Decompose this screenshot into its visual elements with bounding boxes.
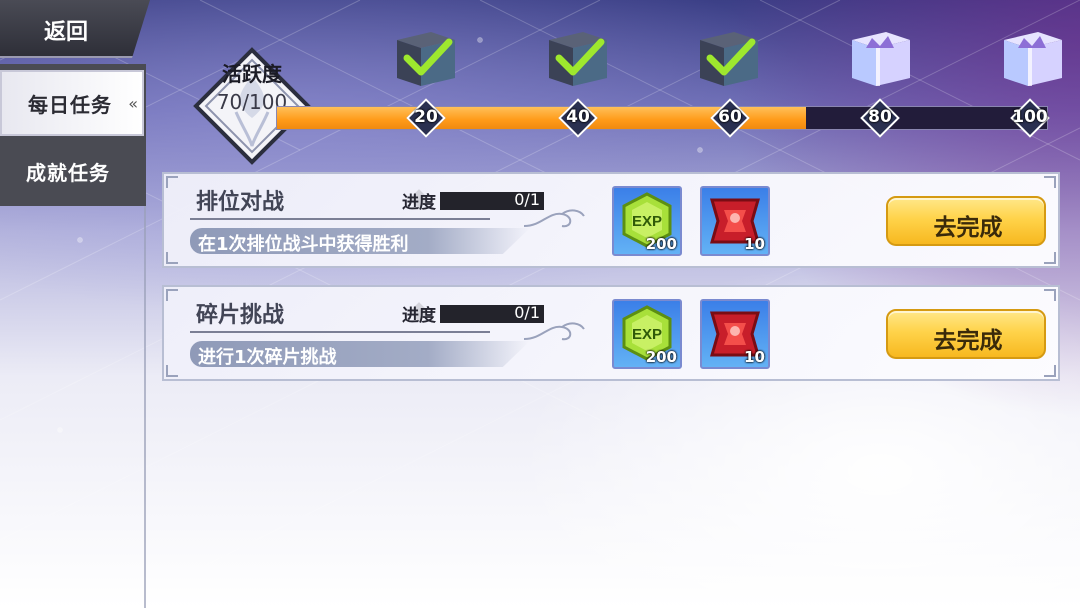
task-card: 排位对战 进度 0/1 在1次排位战斗中获得胜利 EXP 200 10 去完成 [162, 172, 1060, 268]
milestone-marker: 40 [558, 98, 598, 138]
reward-count: 200 [645, 235, 677, 253]
exp-icon-text: EXP [632, 213, 662, 230]
activity-title: 活跃度 [222, 62, 282, 86]
reward-exp[interactable]: EXP 200 [612, 299, 682, 369]
task-card: 碎片挑战 进度 0/1 进行1次碎片挑战 EXP 200 10 去完成 [162, 285, 1060, 381]
go-complete-button[interactable]: 去完成 [886, 196, 1046, 246]
chest-claimed-icon[interactable] [391, 22, 461, 92]
reward-count: 10 [744, 235, 765, 253]
reward-red-crystal[interactable]: 10 [700, 186, 770, 256]
milestone-label: 40 [566, 107, 590, 127]
selected-indicator-icon: « [128, 94, 138, 113]
content-divider [144, 206, 146, 608]
milestone-marker: 60 [710, 98, 750, 138]
divider [190, 331, 490, 333]
reward-count: 10 [744, 348, 765, 366]
go-complete-label: 去完成 [933, 215, 1003, 241]
milestone-marker: 80 [860, 98, 900, 138]
task-progress-label: 进度 [402, 306, 436, 326]
task-progress-label: 进度 [402, 193, 436, 213]
go-complete-button[interactable]: 去完成 [886, 309, 1046, 359]
milestone-marker: 100 [1010, 98, 1050, 138]
flourish-icon [523, 322, 585, 341]
tab-achievement-label: 成就任务 [26, 160, 110, 185]
back-button[interactable]: 返回 [0, 0, 150, 58]
milestone-label: 60 [718, 107, 742, 127]
activity-progress-bar [276, 106, 1048, 130]
chest-claimed-icon[interactable] [543, 22, 613, 92]
exp-icon-text: EXP [632, 326, 662, 343]
back-label: 返回 [44, 20, 89, 45]
reward-count: 200 [645, 348, 677, 366]
tab-daily-label: 每日任务 [28, 92, 112, 117]
reward-exp[interactable]: EXP 200 [612, 186, 682, 256]
milestone-label: 100 [1012, 107, 1048, 127]
flourish-icon [523, 209, 585, 228]
chest-claimed-icon[interactable] [694, 22, 764, 92]
task-name: 碎片挑战 [196, 303, 285, 328]
crystal-chest-icon[interactable] [846, 22, 916, 92]
go-complete-label: 去完成 [933, 328, 1003, 354]
divider [190, 218, 490, 220]
tab-achievement-tasks[interactable]: 成就任务 [0, 138, 144, 204]
task-name: 排位对战 [196, 190, 285, 215]
milestone-marker: 20 [406, 98, 446, 138]
milestone-label: 80 [868, 107, 892, 127]
task-description: 进行1次碎片挑战 [198, 347, 337, 368]
task-description: 在1次排位战斗中获得胜利 [198, 234, 409, 255]
reward-red-crystal[interactable]: 10 [700, 299, 770, 369]
crystal-chest-icon[interactable] [998, 22, 1068, 92]
milestone-label: 20 [414, 107, 438, 127]
tab-daily-tasks[interactable]: 每日任务 « [0, 70, 144, 136]
